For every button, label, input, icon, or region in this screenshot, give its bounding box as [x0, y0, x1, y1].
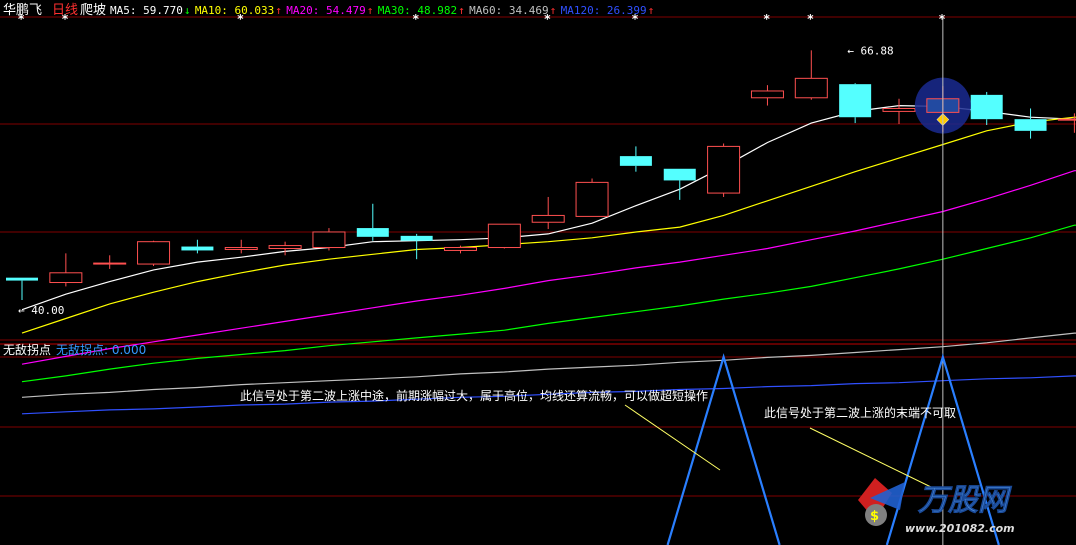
annotation-wave-end: 此信号处于第二波上涨的末端不可取: [764, 405, 956, 420]
stock-chart-canvas[interactable]: 华鹏飞 日线 爬坡 MA5: 59.770 ↓ MA10: 60.033 ↑ MA20:…: [0, 0, 1076, 545]
ma-trend-arrow: ↓: [184, 4, 191, 17]
candle-body-down: [356, 228, 389, 237]
candle-body-down: [970, 94, 1003, 120]
candle-body-up: [575, 181, 609, 217]
main-grid: [0, 16, 1076, 345]
annotation-mid-wave: 此信号处于第二波上涨中途，前期涨幅过大，属于高位，均线还算流畅，可以做超短操作: [240, 388, 708, 403]
chart-header: 华鹏飞 日线 爬坡 MA5: 59.770 ↓ MA10: 60.033 ↑ MA20:…: [3, 3, 654, 18]
low-price-marker: ← 40.00: [18, 304, 64, 317]
svg-text:$: $: [870, 509, 879, 524]
candle[interactable]: [839, 83, 872, 124]
watermark-logo-icon: $: [858, 478, 905, 526]
candle-body-up: [487, 223, 521, 249]
candle[interactable]: [531, 196, 565, 230]
price-markers: ← 40.00 ← 66.88: [18, 44, 894, 317]
candlestick-series: [6, 50, 1076, 301]
candle-body-down: [400, 235, 433, 241]
candle[interactable]: [224, 239, 258, 254]
candle[interactable]: [137, 240, 171, 266]
candle-body-up: [750, 90, 784, 99]
candle-body-up: [707, 145, 741, 194]
ma-legend-item: MA5: 59.770: [110, 4, 183, 17]
candle[interactable]: [1057, 113, 1076, 133]
candle-body-down: [839, 84, 872, 118]
candle[interactable]: [93, 255, 127, 269]
ma-line-ma30: [21, 224, 1076, 383]
candle-body-up: [268, 245, 302, 249]
ma-legend-item: MA10: 60.033: [195, 4, 274, 17]
candle-body-up: [444, 247, 477, 251]
candle-body-up: [1057, 118, 1076, 121]
sub-indicator-title: 无敌拐点: [3, 342, 51, 357]
candle[interactable]: [6, 277, 38, 301]
ma-trend-arrow: ↑: [275, 4, 282, 17]
sub-indicator-value: 无敌拐点: 0.000: [56, 342, 146, 357]
watermark: $ 万股网 www.201082.com: [858, 478, 1015, 535]
moving-average-lines: [21, 104, 1076, 415]
candle-body-up: [93, 262, 127, 265]
candle-body-down: [6, 277, 38, 281]
candle-body-down: [181, 246, 214, 251]
candle[interactable]: [181, 239, 214, 254]
star-mark: *: [18, 12, 25, 26]
candle[interactable]: [312, 228, 346, 251]
candle-body-up: [794, 77, 828, 99]
high-price-marker: ← 66.88: [847, 44, 893, 57]
candle[interactable]: [707, 143, 741, 197]
candle-body-up: [49, 272, 83, 284]
watermark-url: www.201082.com: [905, 522, 1015, 535]
star-mark: *: [807, 12, 814, 26]
candle[interactable]: [400, 233, 433, 260]
candle-body-up: [224, 247, 258, 250]
candle[interactable]: [619, 146, 652, 172]
star-mark: *: [763, 12, 770, 26]
candle[interactable]: [750, 85, 784, 106]
candle[interactable]: [663, 168, 696, 200]
ma-trend-arrow: ↑: [648, 4, 655, 17]
ma-trend-arrow: ↑: [458, 4, 465, 17]
ma-line-ma5: [21, 104, 1076, 311]
star-mark: *: [62, 12, 69, 26]
ma-line-ma60: [21, 332, 1076, 398]
annotation-leader-2: [809, 427, 934, 489]
candle-body-up: [137, 241, 171, 265]
sub-grid: [0, 356, 1076, 497]
candle-body-up: [882, 107, 916, 112]
star-mark: *: [413, 12, 420, 26]
ma-trend-arrow: ↑: [367, 4, 374, 17]
ma-legend-item: MA20: 54.479: [286, 4, 365, 17]
watermark-text: 万股网: [917, 483, 1012, 518]
ma-line-ma20: [21, 170, 1076, 365]
candle-body-up: [531, 214, 565, 223]
candle-body-up: [312, 231, 346, 249]
annotations: 此信号处于第二波上涨中途，前期涨幅过大，属于高位，均线还算流畅，可以做超短操作 …: [240, 388, 956, 489]
candle[interactable]: [487, 223, 521, 249]
candle-body-down: [1014, 119, 1047, 131]
candle[interactable]: [794, 50, 828, 100]
candle[interactable]: [1014, 108, 1047, 139]
ma-legend: MA5: 59.770 ↓ MA10: 60.033 ↑ MA20: 54.479 ↑ MA…: [110, 4, 654, 17]
candle-body-down: [663, 168, 696, 181]
indicator-name: 爬坡: [80, 3, 106, 18]
star-mark: *: [632, 12, 639, 26]
candle[interactable]: [970, 91, 1003, 126]
signal-spike: [666, 353, 781, 545]
candle[interactable]: [356, 203, 389, 241]
ma-trend-arrow: ↑: [550, 4, 557, 17]
candle-body-down: [619, 156, 652, 166]
candle[interactable]: [49, 253, 83, 287]
ma-line-ma10: [21, 116, 1076, 334]
star-mark: *: [544, 12, 551, 26]
candle[interactable]: [882, 98, 916, 125]
star-mark: *: [237, 12, 244, 26]
ma-legend-item: MA60: 34.469: [469, 4, 548, 17]
candle[interactable]: [575, 178, 609, 217]
